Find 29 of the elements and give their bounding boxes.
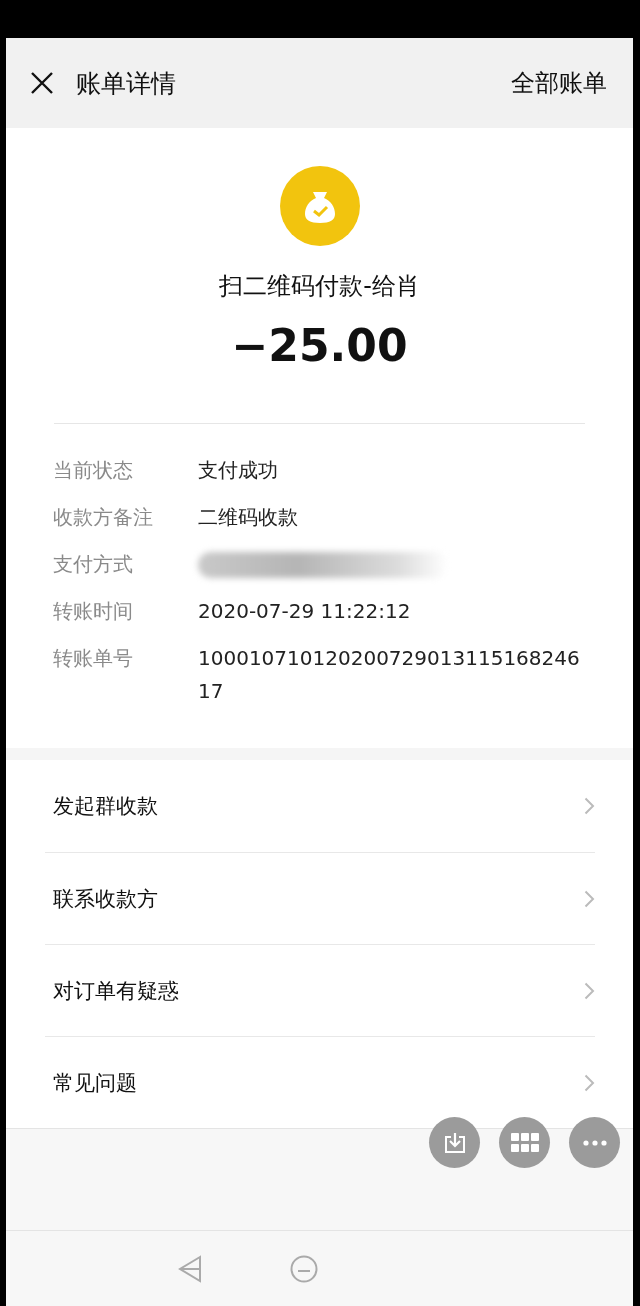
all-bills-link[interactable]: 全部账单 bbox=[511, 67, 607, 99]
close-icon bbox=[30, 71, 54, 95]
chevron-icon bbox=[584, 981, 595, 1000]
amount: −25.00 bbox=[231, 320, 408, 371]
chevron-icon bbox=[584, 1073, 595, 1092]
detail-label: 当前状态 bbox=[53, 457, 134, 484]
detail-label: 转账单号 bbox=[53, 645, 134, 672]
home-icon bbox=[290, 1254, 318, 1283]
detail-value: 2020-07-29 11:22:12 bbox=[198, 598, 412, 625]
download-icon bbox=[443, 1131, 466, 1154]
grid-icon bbox=[510, 1132, 539, 1153]
chevron-icon bbox=[584, 797, 595, 815]
payment-title: 扫二维码付款-给肖 bbox=[219, 271, 420, 302]
more-button[interactable] bbox=[569, 1117, 620, 1168]
detail-value: 二维码收款 bbox=[198, 504, 299, 531]
detail-label: 转账时间 bbox=[53, 598, 134, 625]
home-button[interactable] bbox=[290, 1254, 318, 1283]
more-icon bbox=[582, 1139, 607, 1146]
back-icon bbox=[178, 1254, 202, 1283]
detail-label: 支付方式 bbox=[53, 551, 134, 578]
detail-value: 10001071012020072901311516824617 bbox=[198, 645, 581, 705]
back-button[interactable] bbox=[178, 1254, 202, 1283]
detail-label: 收款方备注 bbox=[53, 504, 154, 531]
grid-button[interactable] bbox=[499, 1117, 550, 1168]
page-title: 账单详情 bbox=[76, 67, 177, 100]
download-button[interactable] bbox=[429, 1117, 480, 1168]
chevron-icon bbox=[584, 889, 595, 908]
detail-value: 支付成功 bbox=[198, 457, 279, 484]
money-bag-icon bbox=[279, 166, 360, 246]
